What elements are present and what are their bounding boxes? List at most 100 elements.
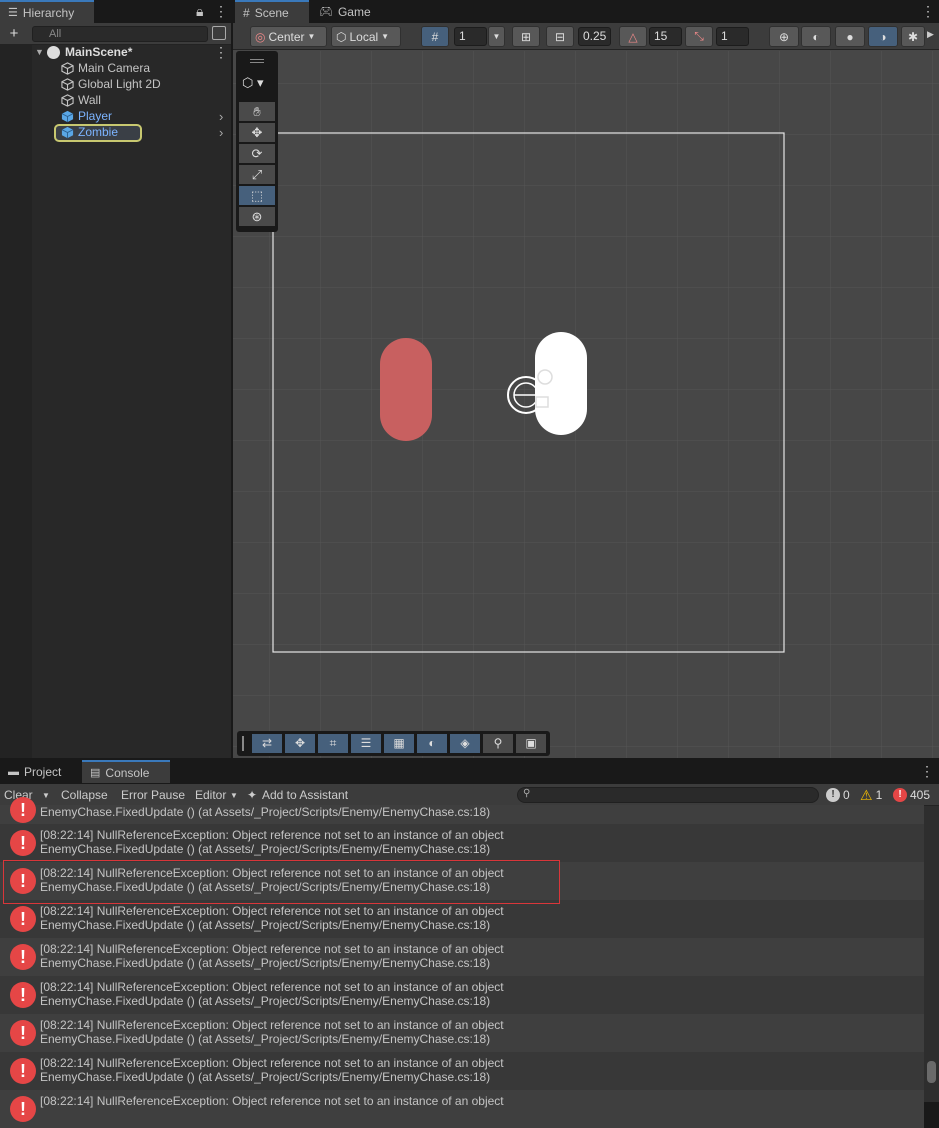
add-to-assistant-button[interactable]: Add to Assistant: [262, 786, 348, 804]
hierarchy-search-input[interactable]: All: [32, 26, 208, 42]
info-count-toggle[interactable]: ! 0: [826, 786, 850, 804]
kebab-menu-icon[interactable]: ⋮: [214, 3, 228, 19]
increment-snap-field[interactable]: 0.25: [578, 27, 611, 46]
rotation-snap-button[interactable]: △: [619, 26, 647, 47]
unlit-shading-button[interactable]: ◑: [868, 26, 898, 47]
sparkle-icon: ✦: [247, 788, 258, 802]
transform-tools-palette: ⬡ ▾ ✋︎ ✥ ⟳ ⤢ ⬚ ⊛: [236, 51, 278, 232]
console-scroll-thumb[interactable]: [927, 1061, 936, 1083]
grid-snap-button[interactable]: ⊞: [512, 26, 540, 47]
console-kebab-icon[interactable]: ⋮: [920, 763, 934, 779]
scale-snap-field[interactable]: 1: [716, 27, 749, 46]
drag-handle[interactable]: [250, 59, 264, 60]
log-entry[interactable]: ! [08:22:14] NullReferenceException: Obje…: [0, 1090, 924, 1128]
tab-scene-label: Scene: [254, 5, 289, 20]
pivot-rotation-dropdown[interactable]: ⬡ Local ▼: [331, 26, 401, 47]
clear-options-dropdown[interactable]: ▼: [42, 787, 50, 805]
log-entry[interactable]: ! [08:22:14] NullReferenceException: Obje…: [0, 938, 924, 976]
add-object-button[interactable]: +: [4, 24, 24, 44]
overlay-drag-handle[interactable]: [242, 736, 244, 751]
overlay-tool-5[interactable]: ▦: [384, 734, 414, 753]
error-count-toggle[interactable]: ! 405: [893, 786, 930, 804]
shaded-button[interactable]: ●: [835, 26, 865, 47]
tree-item-zombie[interactable]: Zombie ›: [0, 124, 231, 142]
move-arrows-icon: ✥: [294, 736, 306, 750]
tab-project[interactable]: ▬ Project: [0, 760, 80, 783]
tree-item-player[interactable]: Player ›: [0, 108, 231, 124]
shaded-wireframe-button[interactable]: ◐: [801, 26, 831, 47]
tree-item-main-camera[interactable]: Main Camera: [0, 60, 231, 76]
chevron-right-icon[interactable]: ›: [219, 125, 223, 140]
error-pause-toggle[interactable]: Error Pause: [121, 786, 185, 804]
scene-kebab-icon[interactable]: ⋮: [214, 44, 228, 61]
log-entry-partial[interactable]: ! EnemyChase.FixedUpdate () (at Assets/_…: [0, 797, 924, 824]
grid-toggle-button[interactable]: #: [421, 26, 449, 47]
pivot-center-icon: ◎: [255, 29, 266, 44]
bug-icon: ✱: [907, 29, 919, 44]
tab-console[interactable]: ▤ Console: [82, 760, 170, 783]
log-entry[interactable]: ! [08:22:14] NullReferenceException: Obje…: [0, 824, 924, 862]
dropdown-arrow-icon: ▼: [230, 791, 238, 800]
scale-tool[interactable]: ⤢: [239, 165, 275, 184]
pivot-mode-dropdown[interactable]: ◎ Center ▼: [250, 26, 327, 47]
pivot-mode-label: Center: [268, 29, 305, 44]
log-entry[interactable]: ! [08:22:14] NullReferenceException: Obje…: [0, 1014, 924, 1052]
overlay-tool-8[interactable]: ⚲: [483, 734, 513, 753]
lock-icon[interactable]: 🔒︎: [196, 3, 203, 19]
overlay-tool-2[interactable]: ✥: [285, 734, 315, 753]
console-toolbar: Clear ▼ Collapse Error Pause Editor ▼ ✦ …: [0, 784, 939, 806]
sliders-icon: ☰: [360, 736, 372, 750]
gameobject-cube-icon: [61, 61, 74, 75]
log-entry[interactable]: ! [08:22:14] NullReferenceException: Obje…: [0, 862, 924, 900]
move-tool[interactable]: ✥: [239, 123, 275, 142]
overlay-tool-9[interactable]: ▣: [516, 734, 546, 753]
scene-kebab-icon[interactable]: ⋮: [921, 3, 935, 19]
expand-arrow-icon[interactable]: ▼: [35, 47, 44, 57]
log-entry[interactable]: ! [08:22:14] NullReferenceException: Obje…: [0, 1052, 924, 1090]
collapse-toggle[interactable]: Collapse: [61, 786, 108, 804]
log-entry[interactable]: ! [08:22:14] NullReferenceException: Obje…: [0, 976, 924, 1014]
overlay-tool-7[interactable]: ◈: [450, 734, 480, 753]
rotation-snap-field[interactable]: 15: [649, 27, 682, 46]
log-entry[interactable]: ! [08:22:14] NullReferenceException: Obje…: [0, 900, 924, 938]
log-line-2: EnemyChase.FixedUpdate () (at Assets/_Pr…: [40, 805, 491, 819]
scale-snap-button[interactable]: ⤡: [685, 26, 713, 47]
error-icon: !: [10, 1058, 36, 1084]
tab-hierarchy[interactable]: ☰ Hierarchy: [0, 0, 94, 23]
transform-tool[interactable]: ⊛: [239, 207, 275, 226]
editor-dropdown[interactable]: Editor: [195, 786, 226, 804]
chevron-right-icon[interactable]: ›: [219, 109, 223, 124]
wireframe-shading-button[interactable]: ⊕: [769, 26, 799, 47]
scene-panel: # Scene 🎮︎ Game ⋮ ◎ Center ▼ ⬡ Local ▼ #…: [233, 0, 939, 758]
overlay-tool-6[interactable]: ◐: [417, 734, 447, 753]
debug-draw-button[interactable]: ✱: [901, 26, 925, 47]
tab-scene[interactable]: # Scene: [235, 0, 309, 23]
transform-icon: ⊛: [251, 209, 263, 224]
prefab-cube-icon: [61, 110, 74, 122]
warning-count-toggle[interactable]: ⚠ 1: [860, 786, 882, 804]
rect-tool[interactable]: ⬚: [239, 186, 275, 205]
overlay-tool-4[interactable]: ☰: [351, 734, 381, 753]
error-icon: !: [893, 788, 907, 802]
grid-dropdown-button[interactable]: ▼: [488, 26, 505, 47]
console-scrollbar[interactable]: [924, 806, 939, 1102]
view-cube-dropdown[interactable]: ⬡ ▾: [242, 75, 264, 91]
increment-snap-button[interactable]: ⊟: [546, 26, 574, 47]
tree-label-wall: Wall: [78, 93, 101, 107]
tree-item-global-light[interactable]: Global Light 2D: [0, 76, 231, 92]
tab-game[interactable]: 🎮︎ Game: [311, 0, 381, 23]
console-search-input[interactable]: ⚲: [517, 787, 819, 803]
rotate-tool[interactable]: ⟳: [239, 144, 275, 163]
hand-tool[interactable]: ✋︎: [239, 102, 275, 121]
scene-viewport[interactable]: [233, 51, 939, 758]
grid-size-field[interactable]: 1: [454, 27, 487, 46]
scene-visibility-icon[interactable]: [212, 26, 226, 40]
toolbar-overflow-icon[interactable]: ▶: [927, 29, 934, 40]
layers-icon: ◈: [460, 736, 470, 750]
tree-item-wall[interactable]: Wall: [0, 92, 231, 108]
overlay-tool-3[interactable]: ⌗: [318, 734, 348, 753]
overlay-tool-1[interactable]: ⇄: [252, 734, 282, 753]
crop-icon: ⌗: [329, 736, 337, 750]
tree-item-mainscene[interactable]: ▼ MainScene* ⋮: [0, 44, 231, 60]
folder-icon: ▬: [8, 765, 19, 778]
